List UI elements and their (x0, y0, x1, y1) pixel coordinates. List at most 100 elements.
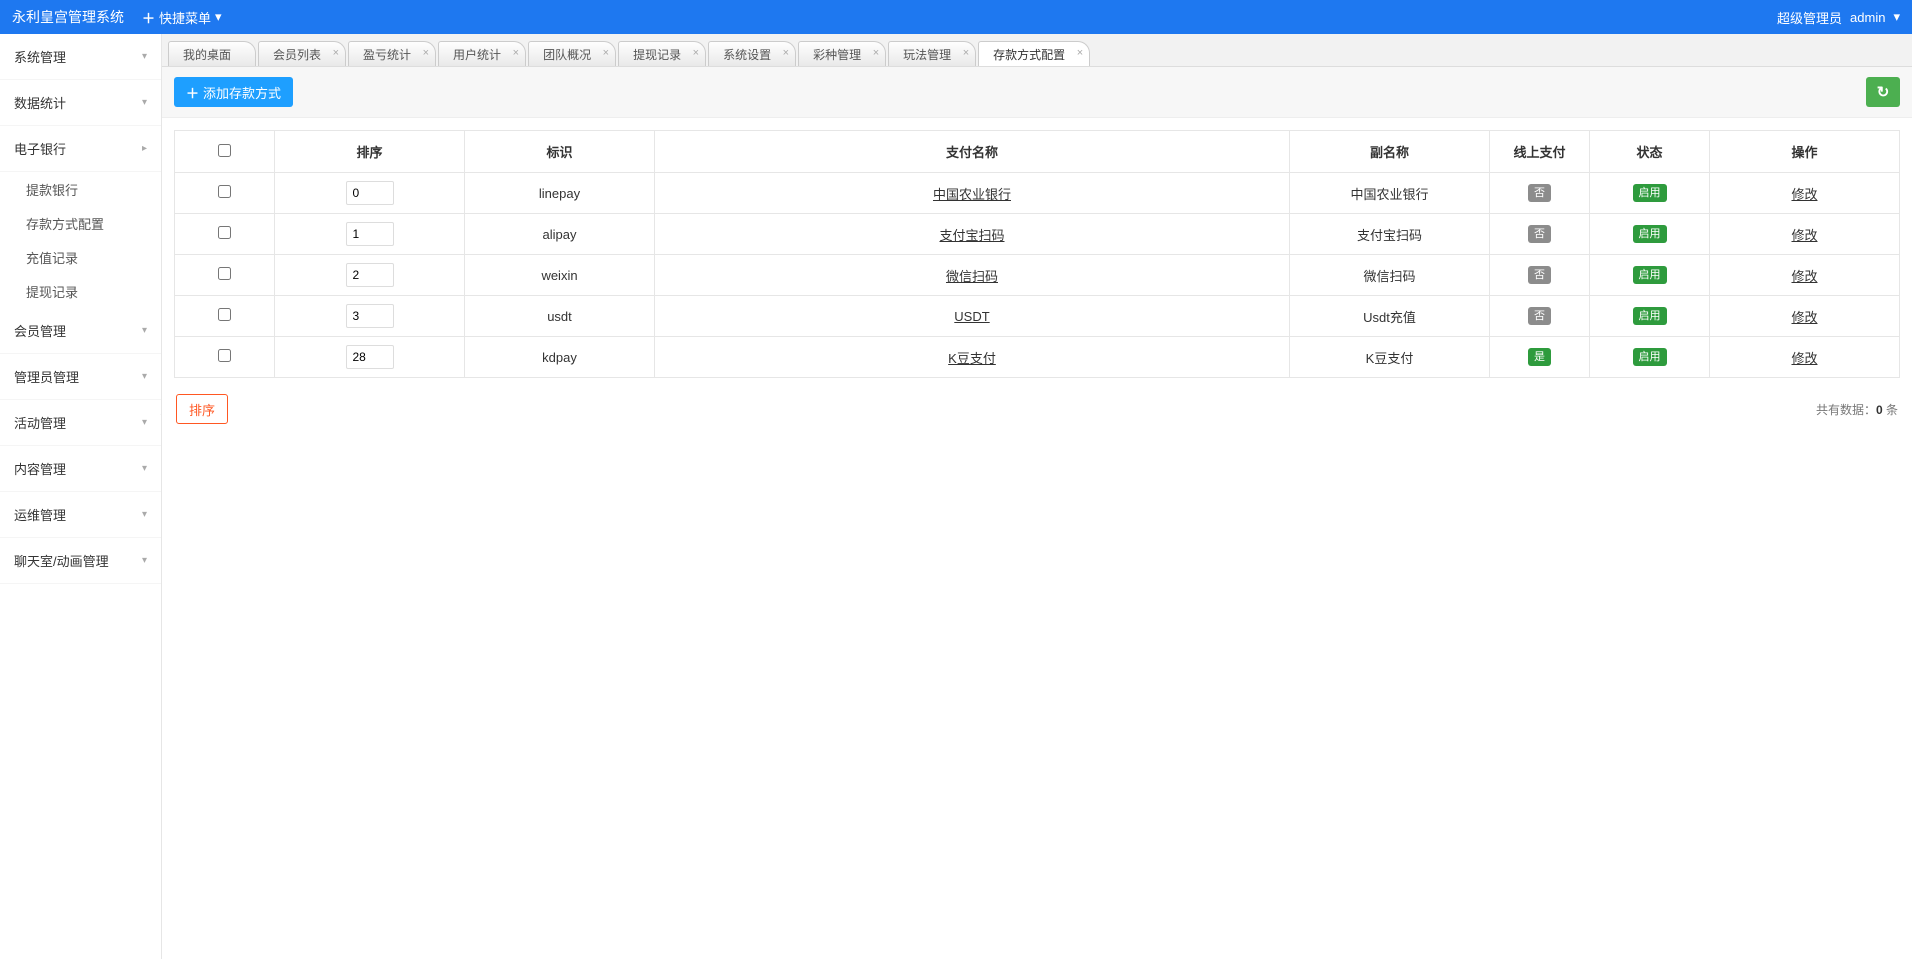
plus-icon (186, 83, 199, 102)
layout: 系统管理数据统计电子银行提款银行存款方式配置充值记录提现记录会员管理管理员管理活… (0, 34, 1912, 959)
close-icon[interactable]: × (873, 47, 879, 59)
tab[interactable]: 彩种管理× (798, 41, 886, 66)
cell-subname: Usdt充值 (1290, 296, 1490, 337)
row-checkbox[interactable] (218, 226, 231, 239)
edit-link[interactable]: 修改 (1791, 187, 1817, 202)
pay-name-link[interactable]: 微信扫码 (946, 269, 998, 284)
status-badge: 启用 (1633, 225, 1667, 243)
status-badge: 启用 (1633, 348, 1667, 366)
close-icon[interactable]: × (513, 47, 519, 59)
sort-input[interactable] (346, 222, 394, 246)
row-checkbox[interactable] (218, 185, 231, 198)
close-icon[interactable]: × (963, 47, 969, 59)
edit-link[interactable]: 修改 (1791, 310, 1817, 325)
close-icon[interactable]: × (1077, 47, 1083, 59)
row-checkbox[interactable] (218, 267, 231, 280)
user-menu[interactable]: 超级管理员 admin (1777, 8, 1900, 27)
sidebar-item[interactable]: 会员管理 (0, 308, 161, 354)
col-payname: 支付名称 (655, 131, 1290, 173)
close-icon[interactable]: × (783, 47, 789, 59)
chevron-down-icon (142, 371, 147, 382)
tab[interactable]: 系统设置 × (708, 41, 796, 66)
sidebar-item[interactable]: 数据统计 (0, 80, 161, 126)
total-prefix: 共有数据： (1816, 403, 1876, 417)
pay-name-link[interactable]: 支付宝扫码 (939, 228, 1004, 243)
select-all-checkbox[interactable] (218, 144, 231, 157)
status-badge: 启用 (1633, 184, 1667, 202)
table-container: 排序 标识 支付名称 副名称 线上支付 状态 操作 linepay中国农业银行中… (162, 118, 1912, 384)
sidebar-item-label: 数据统计 (14, 93, 66, 112)
sidebar-item-label: 活动管理 (14, 413, 66, 432)
tab[interactable]: 用户统计× (438, 41, 526, 66)
refresh-icon (1877, 83, 1890, 101)
cell-subname: 微信扫码 (1290, 255, 1490, 296)
sidebar-item[interactable]: 活动管理 (0, 400, 161, 446)
refresh-button[interactable] (1866, 77, 1900, 107)
chevron-down-icon (1893, 9, 1900, 25)
col-action: 操作 (1710, 131, 1900, 173)
edit-link[interactable]: 修改 (1791, 351, 1817, 366)
tab-bar: 我的桌面会员列表×盈亏统计×用户统计×团队概况×提现记录×系统设置×彩种管理×玩… (162, 40, 1912, 67)
cell-subname: 中国农业银行 (1290, 173, 1490, 214)
pay-name-link[interactable]: K豆支付 (948, 351, 996, 366)
sidebar-item[interactable]: 内容管理 (0, 446, 161, 492)
table-row: weixin微信扫码微信扫码否启用修改 (175, 255, 1900, 296)
tab[interactable]: 我的桌面 (168, 41, 256, 66)
table-row: alipay支付宝扫码支付宝扫码否启用修改 (175, 214, 1900, 255)
col-status: 状态 (1590, 131, 1710, 173)
sidebar-subitem[interactable]: 存款方式配置 (0, 206, 161, 240)
tab[interactable]: 团队概况× (528, 41, 616, 66)
close-icon[interactable]: × (423, 47, 429, 59)
status-badge: 启用 (1633, 307, 1667, 325)
col-subname: 副名称 (1290, 131, 1490, 173)
edit-link[interactable]: 修改 (1791, 228, 1817, 243)
sort-input[interactable] (346, 304, 394, 328)
sidebar-item-label: 电子银行 (14, 139, 66, 158)
edit-link[interactable]: 修改 (1791, 269, 1817, 284)
quick-menu-label: 快捷菜单 (159, 8, 211, 27)
chevron-down-icon (142, 555, 147, 566)
tab[interactable]: 存款方式配置 × (978, 41, 1090, 66)
close-icon[interactable]: × (333, 47, 339, 59)
tab[interactable]: 会员列表 × (258, 41, 346, 66)
tab[interactable]: 盈亏统计× (348, 41, 436, 66)
sidebar-subitem[interactable]: 提现记录 (0, 274, 161, 308)
app-header: 永利皇宫管理系统 快捷菜单 超级管理员 admin (0, 0, 1912, 34)
tab-label: 存款方式配置 (993, 46, 1065, 63)
tab-label: 会员列表 (273, 46, 321, 63)
row-checkbox[interactable] (218, 308, 231, 321)
tab-label: 我的桌面 (183, 46, 231, 63)
row-checkbox[interactable] (218, 349, 231, 362)
sidebar-subitem[interactable]: 充值记录 (0, 240, 161, 274)
sidebar-item[interactable]: 运维管理 (0, 492, 161, 538)
col-onlinepay: 线上支付 (1490, 131, 1590, 173)
add-deposit-method-button[interactable]: 添加存款方式 (174, 77, 293, 107)
cell-subname: K豆支付 (1290, 337, 1490, 378)
sidebar-item[interactable]: 聊天室/动画管理 (0, 538, 161, 584)
tab[interactable]: 提现记录× (618, 41, 706, 66)
quick-menu-button[interactable]: 快捷菜单 (142, 8, 222, 27)
header-left: 永利皇宫管理系统 快捷菜单 (12, 7, 222, 27)
sidebar-item-label: 运维管理 (14, 505, 66, 524)
sort-input[interactable] (346, 263, 394, 287)
sort-button[interactable]: 排序 (176, 394, 228, 424)
chevron-down-icon (142, 463, 147, 474)
chevron-down-icon (142, 509, 147, 520)
close-icon[interactable]: × (693, 47, 699, 59)
sidebar-item[interactable]: 管理员管理 (0, 354, 161, 400)
sort-input[interactable] (346, 345, 394, 369)
tab-label: 系统设置 (723, 46, 771, 63)
cell-identifier: weixin (465, 255, 655, 296)
sidebar-item[interactable]: 系统管理 (0, 34, 161, 80)
pay-name-link[interactable]: USDT (954, 309, 989, 324)
sidebar-subitem[interactable]: 提款银行 (0, 172, 161, 206)
sidebar-item[interactable]: 电子银行 (0, 126, 161, 172)
col-identifier: 标识 (465, 131, 655, 173)
chevron-right-icon (142, 143, 147, 154)
online-pay-badge: 是 (1528, 348, 1551, 366)
pay-name-link[interactable]: 中国农业银行 (933, 187, 1011, 202)
tab[interactable]: 玩法管理× (888, 41, 976, 66)
sort-input[interactable] (346, 181, 394, 205)
content-panel: 添加存款方式 排序 标识 支付名称 副名称 线上支付 (162, 67, 1912, 959)
close-icon[interactable]: × (603, 47, 609, 59)
